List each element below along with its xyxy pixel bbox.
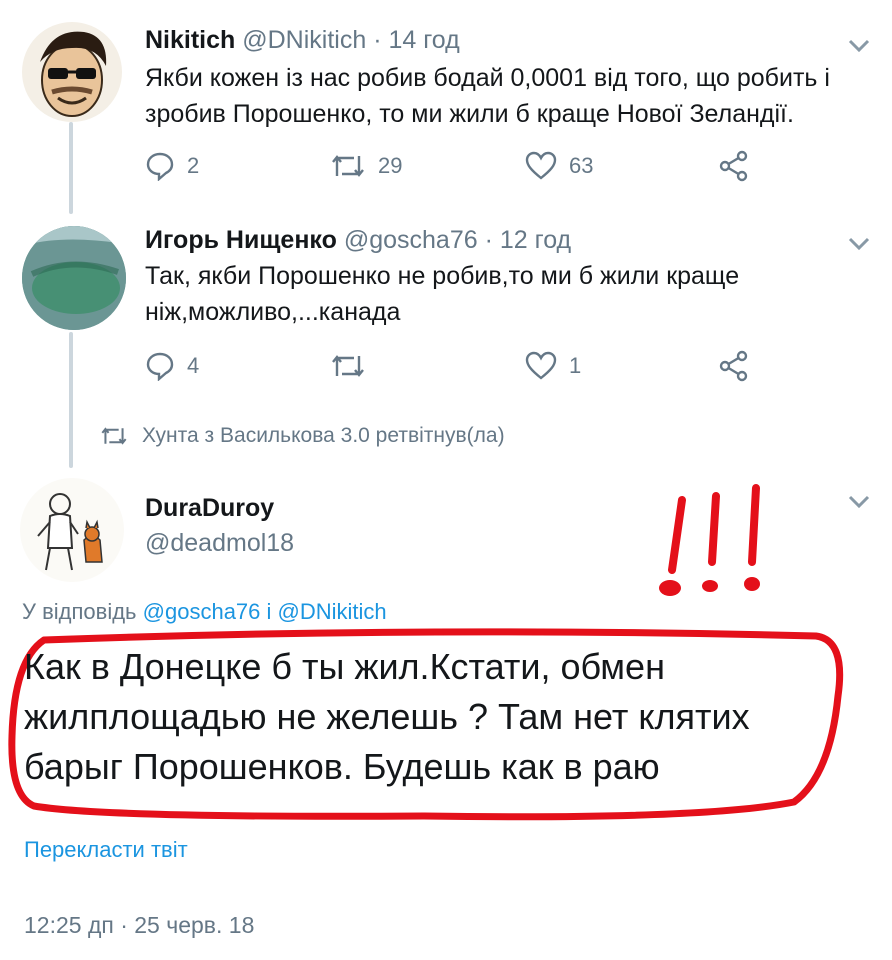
exclamation-marks-annotation	[659, 484, 760, 596]
like-count: 63	[569, 153, 594, 178]
main-tweet-text-line: барыг Порошенков. Будешь как в раю	[24, 746, 660, 787]
thread-line-2	[69, 332, 73, 468]
share-button[interactable]	[718, 146, 762, 186]
tweet-header: Nikitich @DNikitich · 14 год	[145, 26, 460, 55]
like-button[interactable]: 63	[525, 146, 593, 186]
reply-user-link[interactable]: @DNikitich	[278, 599, 387, 624]
author-name[interactable]: DuraDuroy	[145, 494, 274, 523]
like-count: 1	[569, 353, 582, 378]
reply-and: і	[266, 599, 272, 624]
tweet-text-line: ніж,можливо,...канада	[145, 298, 401, 326]
reply-to: У відповідь @goscha76 і @DNikitich	[22, 599, 387, 625]
tweet-time[interactable]: · 14 год	[373, 26, 460, 54]
retweet-icon	[332, 355, 364, 377]
author-handle[interactable]: @DNikitich	[242, 26, 366, 54]
tweet-text-line: зробив Порошенко, то ми жили б краще Нов…	[145, 100, 794, 128]
share-icon	[719, 150, 748, 182]
tweet-header: Игорь Нищенко @goscha76 · 12 год	[145, 226, 571, 255]
caret-down-icon[interactable]	[845, 492, 873, 512]
reply-icon	[146, 152, 174, 181]
author-handle[interactable]: @goscha76	[344, 226, 478, 254]
share-button[interactable]	[718, 346, 762, 386]
tweet-timestamp[interactable]: 12:25 дп · 25 черв. 18	[24, 912, 254, 939]
reply-button[interactable]: 4	[145, 346, 199, 386]
caret-down-icon[interactable]	[845, 234, 873, 254]
retweet-notice[interactable]: Хунта з Василькова 3.0 ретвітнув(ла)	[100, 424, 505, 448]
tweet-time[interactable]: · 12 год	[485, 226, 572, 254]
caret-down-icon[interactable]	[845, 36, 873, 56]
translate-tweet-link[interactable]: Перекласти твіт	[24, 837, 188, 863]
reply-icon	[146, 352, 174, 381]
retweet-button[interactable]	[330, 346, 378, 386]
like-icon	[525, 151, 557, 180]
main-tweet-text: Как в Донецке б ты жил.Кстати, обмен жил…	[24, 642, 834, 792]
reply-button[interactable]: 2	[145, 146, 199, 186]
author-name[interactable]: Игорь Нищенко	[145, 226, 337, 254]
reply-count: 2	[187, 153, 200, 178]
tweet-text-line: Якби кожен із нас робив бодай 0,0001 від…	[145, 64, 830, 92]
thread-line-1	[69, 122, 73, 214]
main-tweet-text-line: жилплощадью не желешь ? Там нет клятих	[24, 696, 750, 737]
reply-prefix: У відповідь	[22, 599, 137, 624]
tweet-text-line: Так, якби Порошенко не робив,то ми б жил…	[145, 262, 740, 290]
avatar-igor[interactable]	[22, 226, 126, 330]
avatar-duraduroy[interactable]	[20, 478, 124, 582]
like-button[interactable]: 1	[525, 346, 581, 386]
author-handle[interactable]: @deadmol18	[145, 529, 294, 558]
author-name[interactable]: Nikitich	[145, 26, 235, 54]
retweet-notice-text: Хунта з Василькова 3.0 ретвітнув(ла)	[142, 424, 505, 447]
avatar-nikitich[interactable]	[22, 22, 122, 122]
retweet-count: 29	[378, 153, 403, 178]
reply-count: 4	[187, 353, 200, 378]
share-icon	[719, 350, 748, 382]
retweet-icon	[101, 427, 127, 445]
reply-user-link[interactable]: @goscha76	[143, 599, 261, 624]
main-tweet-text-line: Как в Донецке б ты жил.Кстати, обмен	[24, 646, 665, 687]
retweet-icon	[332, 155, 364, 177]
tweet-text: Так, якби Порошенко не робив,то ми б жил…	[145, 258, 865, 330]
like-icon	[525, 351, 557, 380]
retweet-button[interactable]: 29	[330, 146, 402, 186]
tweet-text: Якби кожен із нас робив бодай 0,0001 від…	[145, 60, 865, 132]
